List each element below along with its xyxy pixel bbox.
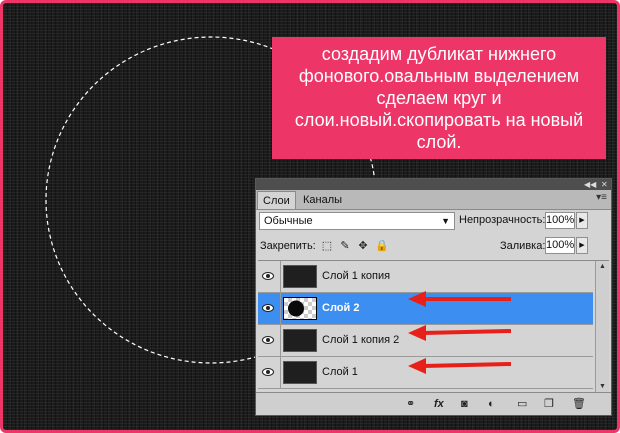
red-arrow: [408, 325, 512, 341]
red-arrow: [408, 358, 512, 374]
canvas-frame: создадим дубликат нижнего фонового.оваль…: [0, 0, 620, 433]
annotation-arrows: [408, 291, 512, 374]
red-arrow: [408, 291, 511, 307]
